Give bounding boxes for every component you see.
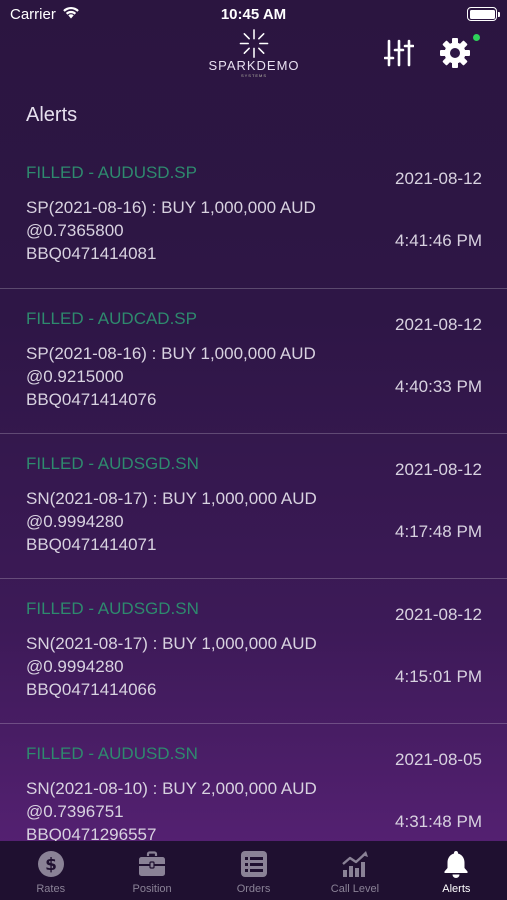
alert-row[interactable]: FILLED - AUDSGD.SN 2021-08-12 SN(2021-08… — [0, 578, 507, 723]
app-header: SPARKDEMO SYSTEMS — [0, 28, 507, 90]
tab-alerts[interactable]: Alerts — [406, 841, 507, 900]
status-bar: Carrier 10:45 AM — [0, 0, 507, 28]
tab-label: Orders — [236, 883, 271, 895]
alerts-list[interactable]: FILLED - AUDUSD.SP 2021-08-12 SP(2021-08… — [0, 143, 507, 841]
tab-label: Alerts — [442, 883, 471, 895]
alert-reference: BBQ0471296557 — [26, 825, 157, 841]
wifi-icon — [62, 6, 80, 23]
list-icon — [240, 851, 267, 877]
tab-bar: $ Rates Position Orders Call Level Alert… — [0, 841, 507, 900]
logo-text: SPARKDEMO — [208, 58, 300, 73]
alert-detail: SP(2021-08-16) : BUY 1,000,000 AUD — [26, 344, 316, 363]
tab-label: Rates — [36, 883, 66, 895]
alert-row[interactable]: FILLED - AUDUSD.SN 2021-08-05 SN(2021-08… — [0, 723, 507, 841]
alert-row[interactable]: FILLED - AUDCAD.SP 2021-08-12 SP(2021-08… — [0, 288, 507, 433]
page-title: Alerts — [26, 104, 78, 126]
alert-status: FILLED - AUDSGD.SN — [26, 454, 199, 473]
dollar-icon: $ — [37, 851, 64, 877]
alert-detail: SN(2021-08-17) : BUY 1,000,000 AUD — [26, 489, 317, 508]
tab-call-level[interactable]: Call Level — [304, 841, 405, 900]
alert-time: 4:41:46 PM — [395, 231, 482, 250]
alert-status: FILLED - AUDSGD.SN — [26, 599, 199, 618]
online-indicator — [473, 34, 480, 41]
chart-trend-icon — [342, 851, 368, 877]
alert-time: 4:17:48 PM — [395, 522, 482, 541]
svg-text:$: $ — [45, 855, 57, 875]
settings-button[interactable] — [438, 36, 472, 70]
alert-time: 4:40:33 PM — [395, 377, 482, 396]
alert-date: 2021-08-05 — [395, 750, 482, 769]
alert-time: 4:15:01 PM — [395, 667, 482, 686]
status-right — [357, 7, 500, 21]
alert-rate: @0.9215000 — [26, 367, 124, 386]
alert-status: FILLED - AUDCAD.SP — [26, 309, 197, 328]
battery-icon — [467, 7, 500, 21]
tab-label: Call Level — [330, 883, 380, 895]
tab-orders[interactable]: Orders — [203, 841, 304, 900]
alert-detail: SN(2021-08-10) : BUY 2,000,000 AUD — [26, 779, 317, 798]
alert-status: FILLED - AUDUSD.SN — [26, 744, 198, 763]
spark-logo-icon — [239, 29, 269, 58]
alert-reference: BBQ0471414066 — [26, 680, 157, 699]
alert-status: FILLED - AUDUSD.SP — [26, 163, 197, 182]
tab-rates[interactable]: $ Rates — [0, 841, 101, 900]
briefcase-icon — [139, 851, 166, 876]
gear-icon — [440, 38, 470, 68]
alert-rate: @0.9994280 — [26, 512, 124, 531]
alert-rate: @0.7365800 — [26, 221, 124, 240]
alert-reference: BBQ0471414076 — [26, 390, 157, 409]
alert-date: 2021-08-12 — [395, 460, 482, 479]
alert-date: 2021-08-12 — [395, 169, 482, 188]
status-time: 10:45 AM — [220, 5, 287, 23]
logo-subtext: SYSTEMS — [240, 73, 268, 78]
filter-button[interactable] — [383, 38, 415, 68]
alert-row[interactable]: FILLED - AUDSGD.SN 2021-08-12 SN(2021-08… — [0, 433, 507, 578]
carrier-label: Carrier — [10, 5, 56, 23]
alert-date: 2021-08-12 — [395, 605, 482, 624]
alert-detail: SN(2021-08-17) : BUY 1,000,000 AUD — [26, 634, 317, 653]
tab-label: Position — [132, 883, 172, 895]
status-left: Carrier — [10, 6, 150, 23]
alert-row[interactable]: FILLED - AUDUSD.SP 2021-08-12 SP(2021-08… — [0, 143, 507, 288]
alert-reference: BBQ0471414071 — [26, 535, 157, 554]
alert-rate: @0.9994280 — [26, 657, 124, 676]
alert-time: 4:31:48 PM — [395, 812, 482, 831]
alert-detail: SP(2021-08-16) : BUY 1,000,000 AUD — [26, 198, 316, 217]
app-logo: SPARKDEMO SYSTEMS — [190, 28, 318, 78]
alert-date: 2021-08-12 — [395, 315, 482, 334]
alert-rate: @0.7396751 — [26, 802, 124, 821]
bell-icon — [444, 851, 468, 878]
alert-reference: BBQ0471414081 — [26, 244, 157, 263]
tab-position[interactable]: Position — [101, 841, 202, 900]
sliders-icon — [383, 39, 415, 67]
